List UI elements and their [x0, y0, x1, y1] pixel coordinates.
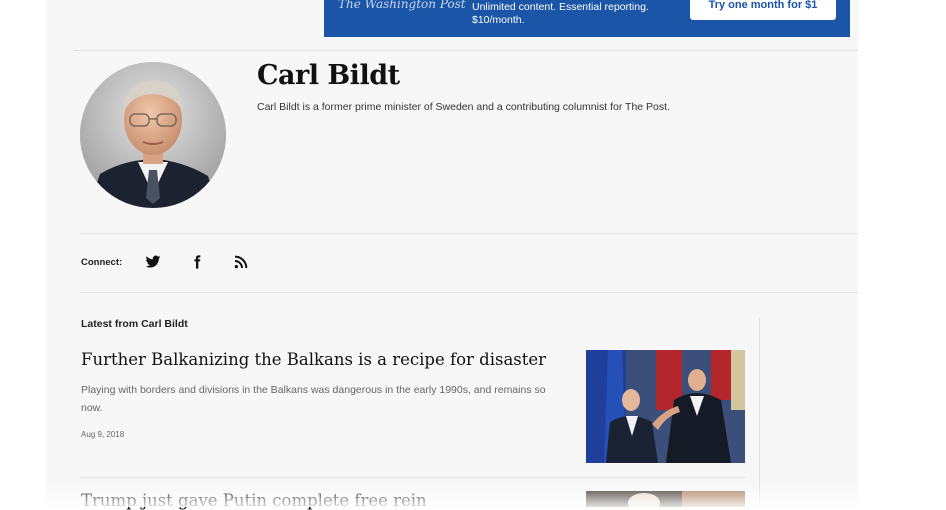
- try-one-month-button[interactable]: Try one month for $1: [690, 0, 836, 20]
- connect-label: Connect:: [81, 257, 123, 268]
- author-photo: [80, 62, 226, 208]
- banner-offer-text: Unlimited content. Essential reporting. …: [472, 1, 649, 27]
- subscription-banner: The Washington Post Unlimited content. E…: [324, 0, 850, 37]
- author-bio: Carl Bildt is a former prime minister of…: [257, 101, 670, 113]
- article-thumbnail[interactable]: [586, 350, 745, 463]
- facebook-icon[interactable]: [189, 254, 205, 270]
- bottom-fade: [0, 482, 946, 507]
- divider: [80, 477, 745, 478]
- article-title[interactable]: Further Balkanizing the Balkans is a rec…: [81, 350, 546, 369]
- washington-post-logo[interactable]: The Washington Post: [338, 0, 466, 11]
- divider: [80, 233, 858, 234]
- column-divider: [759, 318, 760, 507]
- banner-offer-line2: $10/month.: [472, 14, 525, 26]
- author-name: Carl Bildt: [257, 60, 400, 91]
- banner-offer-line1: Unlimited content. Essential reporting.: [472, 1, 649, 13]
- rss-icon[interactable]: [233, 254, 249, 270]
- article-date: Aug 9, 2018: [81, 430, 125, 439]
- latest-label: Latest from Carl Bildt: [81, 318, 188, 330]
- divider: [74, 50, 858, 51]
- article-photo: [586, 350, 745, 463]
- twitter-icon[interactable]: [145, 254, 161, 270]
- author-avatar: [80, 62, 226, 208]
- divider: [80, 292, 858, 293]
- article-blurb: Playing with borders and divisions in th…: [81, 384, 546, 414]
